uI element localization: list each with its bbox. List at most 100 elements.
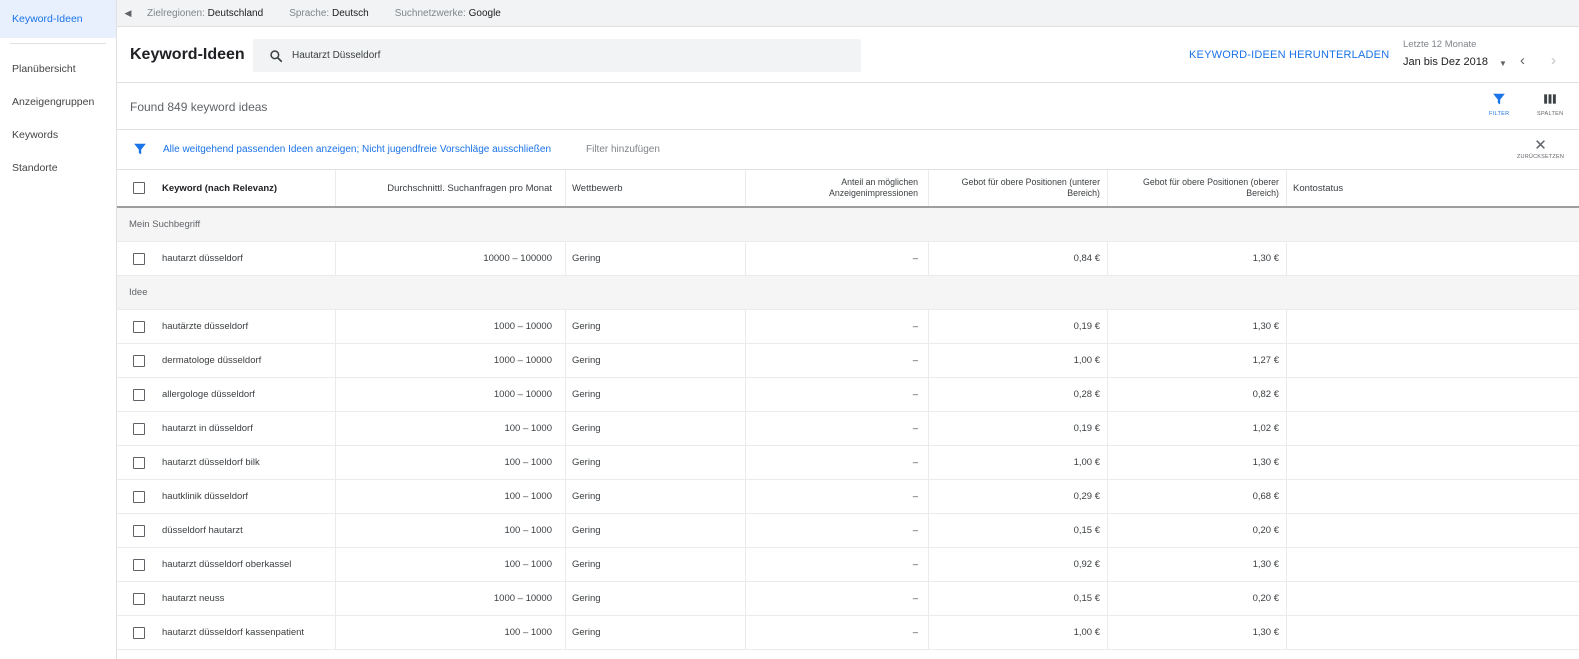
keyword-table: Keyword (nach Relevanz) Durchschnittl. S… [117, 170, 1579, 650]
sidebar-item-keywords[interactable]: Keywords [0, 119, 116, 152]
search-box[interactable] [253, 39, 861, 72]
columns-button[interactable]: SPALTEN [1537, 92, 1563, 117]
bid-high-cell: 0,20 € [1108, 514, 1287, 547]
date-range-value[interactable]: Jan bis Dez 2018 [1403, 56, 1488, 68]
competition-cell: Gering [566, 582, 746, 615]
search-icon [270, 49, 283, 62]
impression-share-cell: – [746, 378, 929, 411]
language-label: Sprache: [289, 7, 330, 19]
sidebar-item-ad-groups[interactable]: Anzeigengruppen [0, 86, 116, 119]
keyword-cell: hautarzt düsseldorf oberkassel [117, 548, 336, 581]
competition-cell: Gering [566, 446, 746, 479]
competition-cell: Gering [566, 616, 746, 649]
bid-low-cell: 0,28 € [929, 378, 1108, 411]
column-header-volume[interactable]: Durchschnittl. Suchanfragen pro Monat [336, 170, 566, 206]
bid-high-cell: 1,02 € [1108, 412, 1287, 445]
impression-share-cell: – [746, 514, 929, 547]
column-header-competition[interactable]: Wettbewerb [566, 170, 746, 206]
bid-high-cell: 0,68 € [1108, 480, 1287, 513]
impression-share-cell: – [746, 412, 929, 445]
impression-share-cell: – [746, 344, 929, 377]
table-row[interactable]: hautarzt neuss 1000 – 10000 Gering –0,15 €0… [117, 582, 1579, 616]
bid-low-cell: 1,00 € [929, 344, 1108, 377]
search-volume-cell: 100 – 1000 [336, 412, 566, 445]
region-label: Zielregionen: [147, 7, 205, 19]
sidebar-item-locations[interactable]: Standorte [0, 152, 116, 185]
idea-keyword-rows: hautärzte düsseldorf 1000 – 10000 Gering –0… [117, 310, 1579, 650]
bid-low-cell: 0,15 € [929, 582, 1108, 615]
network-setting[interactable]: Suchnetzwerke: Google [395, 8, 501, 19]
keyword-cell: hautarzt düsseldorf bilk [117, 446, 336, 479]
competition-cell: Gering [566, 344, 746, 377]
account-status-cell [1287, 310, 1579, 343]
own-keyword-rows: hautarzt düsseldorf 10000 – 100000 Gering –… [117, 242, 1579, 276]
search-volume-cell: 100 – 1000 [336, 616, 566, 649]
group-label: Idee [129, 287, 148, 298]
column-header-bid-low[interactable]: Gebot für obere Positionen (unterer Bere… [929, 170, 1108, 206]
sidebar-item-plan-overview[interactable]: Planübersicht [0, 53, 116, 86]
table-row[interactable]: hautarzt in düsseldorf 100 – 1000 Gering –0… [117, 412, 1579, 446]
page-header: Keyword-Ideen KEYWORD-IDEEN HERUNTERLADE… [117, 27, 1579, 83]
bid-high-cell: 1,30 € [1108, 548, 1287, 581]
chevron-left-icon[interactable]: ‹ [1520, 52, 1525, 69]
competition-cell: Gering [566, 480, 746, 513]
reset-filters-button[interactable]: ✕ ZURÜCKSETZEN [1517, 136, 1564, 160]
account-status-cell [1287, 446, 1579, 479]
region-setting[interactable]: Zielregionen: Deutschland [147, 8, 263, 19]
impression-share-cell: – [746, 616, 929, 649]
column-header-impression-share[interactable]: Anteil an möglichen Anzeigenimpressionen [746, 170, 929, 206]
account-status-cell [1287, 412, 1579, 445]
results-count: Found 849 keyword ideas [130, 100, 268, 114]
search-volume-cell: 100 – 1000 [336, 480, 566, 513]
active-filters-link[interactable]: Alle weitgehend passenden Ideen anzeigen… [163, 144, 551, 155]
bid-high-cell: 0,82 € [1108, 378, 1287, 411]
table-row[interactable]: hautarzt düsseldorf kassenpatient 100 – 1… [117, 616, 1579, 650]
back-arrow-icon[interactable]: ◀ [117, 8, 139, 19]
search-input[interactable] [292, 50, 792, 61]
table-row[interactable]: hautklinik düsseldorf 100 – 1000 Gering –0,… [117, 480, 1579, 514]
table-row[interactable]: hautarzt düsseldorf oberkassel 100 – 1000… [117, 548, 1579, 582]
table-row[interactable]: dermatologe düsseldorf 1000 – 10000 Gering… [117, 344, 1579, 378]
add-filter-button[interactable]: Filter hinzufügen [586, 144, 660, 155]
sidebar-divider [10, 43, 106, 53]
account-status-cell [1287, 344, 1579, 377]
filter-icon [1493, 93, 1506, 105]
column-header-keyword[interactable]: Keyword (nach Relevanz) [117, 170, 336, 206]
columns-button-label: SPALTEN [1537, 111, 1564, 117]
search-volume-cell: 100 – 1000 [336, 446, 566, 479]
keyword-cell: hautklinik düsseldorf [117, 480, 336, 513]
keyword-cell: hautarzt düsseldorf kassenpatient [117, 616, 336, 649]
dropdown-arrow-icon[interactable]: ▼ [1499, 59, 1507, 68]
reset-filters-label: ZURÜCKSETZEN [1517, 154, 1565, 160]
filter-button[interactable]: FILTER [1489, 92, 1509, 117]
column-header-bid-high[interactable]: Gebot für obere Positionen (oberer Berei… [1108, 170, 1287, 206]
competition-cell: Gering [566, 310, 746, 343]
impression-share-cell: – [746, 548, 929, 581]
language-value: Deutsch [332, 7, 369, 19]
sidebar: Keyword-Ideen Planübersicht Anzeigengrup… [0, 0, 117, 659]
account-status-cell [1287, 616, 1579, 649]
table-row[interactable]: düsseldorf hautarzt 100 – 1000 Gering –0,15… [117, 514, 1579, 548]
account-status-cell [1287, 514, 1579, 547]
bid-low-cell: 1,00 € [929, 446, 1108, 479]
column-header-account-status[interactable]: Kontostatus [1287, 170, 1579, 206]
bid-low-cell: 0,92 € [929, 548, 1108, 581]
account-status-cell [1287, 242, 1579, 275]
competition-cell: Gering [566, 548, 746, 581]
group-header-ideas: Idee [117, 276, 1579, 310]
download-keyword-ideas-button[interactable]: KEYWORD-IDEEN HERUNTERLADEN [1189, 49, 1389, 61]
group-label: Mein Suchbegriff [129, 219, 201, 230]
chevron-right-icon[interactable]: › [1551, 52, 1556, 69]
search-volume-cell: 1000 – 10000 [336, 378, 566, 411]
sidebar-item-keyword-ideas[interactable]: Keyword-Ideen [0, 0, 116, 38]
search-volume-cell: 1000 – 10000 [336, 310, 566, 343]
table-row[interactable]: hautarzt düsseldorf 10000 – 100000 Gering –… [117, 242, 1579, 276]
table-row[interactable]: hautarzt düsseldorf bilk 100 – 1000 Gering… [117, 446, 1579, 480]
table-header-row: Keyword (nach Relevanz) Durchschnittl. S… [117, 170, 1579, 208]
table-row[interactable]: allergologe düsseldorf 1000 – 10000 Gering… [117, 378, 1579, 412]
keyword-cell: hautarzt neuss [117, 582, 336, 615]
language-setting[interactable]: Sprache: Deutsch [289, 8, 369, 19]
date-range-label: Letzte 12 Monate [1403, 39, 1477, 50]
table-row[interactable]: hautärzte düsseldorf 1000 – 10000 Gering –0… [117, 310, 1579, 344]
filter-bar: Alle weitgehend passenden Ideen anzeigen… [117, 130, 1579, 170]
